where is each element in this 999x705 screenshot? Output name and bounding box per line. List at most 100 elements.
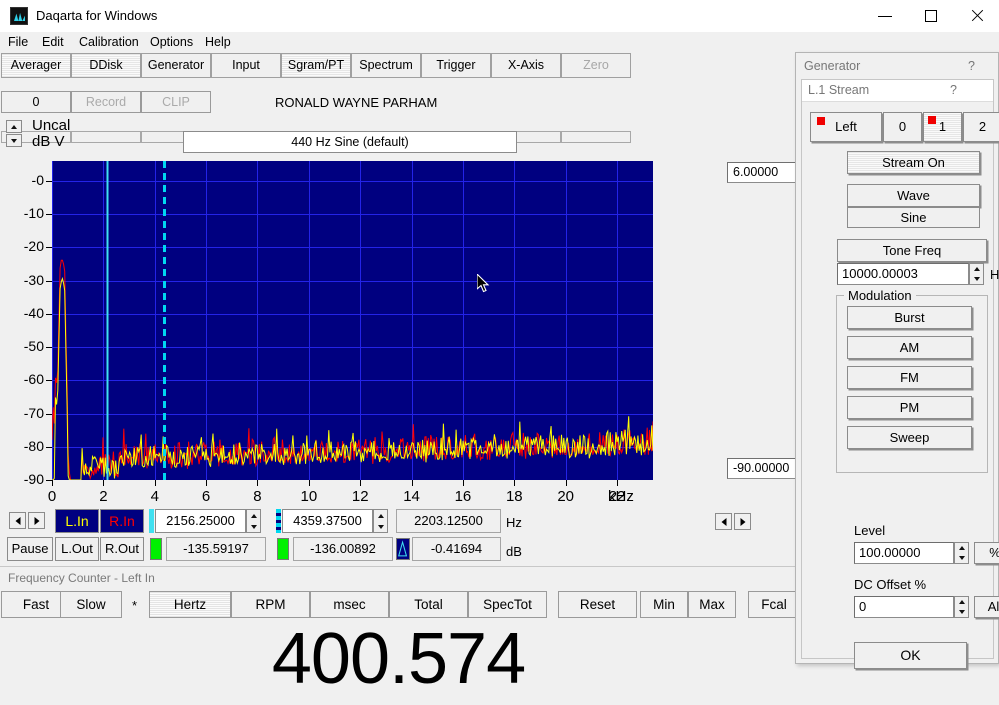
cursor-1-freq-down[interactable]: [247, 521, 260, 532]
cursor-2-freq-up[interactable]: [374, 510, 387, 521]
x-axis-tick-label: 10: [289, 488, 329, 505]
cursor-delta-frequency-field: 2203.12500: [396, 509, 501, 533]
level-stepper[interactable]: [954, 542, 969, 564]
dc-offset-stepper[interactable]: [954, 596, 969, 618]
tab-trigger[interactable]: Trigger: [421, 53, 491, 78]
fc-button-rpm[interactable]: RPM: [231, 591, 310, 618]
plot-scroll-left-button[interactable]: [715, 513, 732, 530]
stream-tab-1[interactable]: 1: [923, 112, 962, 142]
tab-sgram-pt[interactable]: Sgram/PT: [281, 53, 351, 78]
menu-edit[interactable]: Edit: [42, 34, 64, 50]
fc-button-min[interactable]: Min: [640, 591, 688, 618]
plot-bottom-value-field[interactable]: -90.00000: [727, 458, 802, 479]
menu-options[interactable]: Options: [150, 34, 193, 50]
generator-window-title: Generator: [804, 59, 860, 73]
dc-offset-field[interactable]: 0: [854, 596, 954, 618]
fc-button-fcal[interactable]: Fcal: [748, 591, 800, 618]
level-up[interactable]: [955, 543, 968, 553]
modulation-button-sweep[interactable]: Sweep: [847, 426, 972, 449]
menu-calibration[interactable]: Calibration: [79, 34, 139, 50]
wave-button[interactable]: Wave: [847, 184, 980, 207]
level-field[interactable]: 100.00000: [854, 542, 954, 564]
tab-averager[interactable]: Averager: [1, 53, 71, 78]
menu-file[interactable]: File: [8, 34, 28, 50]
frequency-counter-reading: 400.574: [0, 620, 797, 698]
dc-offset-all-button[interactable]: All: [974, 596, 999, 618]
y-axis-tick-mark: [46, 314, 52, 315]
waveform-name-field[interactable]: 440 Hz Sine (default): [183, 131, 517, 153]
tone-freq-field[interactable]: 10000.00003: [837, 263, 969, 285]
tab-spectrum[interactable]: Spectrum: [351, 53, 421, 78]
menu-help[interactable]: Help: [205, 34, 231, 50]
x-axis-tick-label: 0: [32, 488, 72, 505]
menu-bar: File Edit Calibration Options Help: [0, 32, 999, 52]
tone-freq-up[interactable]: [970, 264, 983, 274]
tab-slot-zero: [561, 131, 631, 143]
record-button[interactable]: Record: [71, 91, 141, 113]
tone-freq-down[interactable]: [970, 274, 983, 284]
spectrum-plot[interactable]: [52, 161, 653, 480]
fc-button-reset[interactable]: Reset: [558, 591, 637, 618]
scale-down-button[interactable]: [6, 134, 22, 147]
channel-button-right-out[interactable]: R.Out: [100, 537, 144, 561]
tab-ddisk[interactable]: DDisk: [71, 53, 141, 78]
x-axis-tick-label: 8: [237, 488, 277, 505]
tab-x-axis[interactable]: X-Axis: [491, 53, 561, 78]
cursor-1-color-swatch: [149, 509, 154, 533]
cursor-2-frequency-stepper[interactable]: [373, 509, 388, 533]
plot-scroll-right-button[interactable]: [734, 513, 751, 530]
cursor-2-frequency-field[interactable]: 4359.37500: [282, 509, 373, 533]
fc-button-spectot[interactable]: SpecTot: [468, 591, 547, 618]
scale-up-button[interactable]: [6, 120, 22, 133]
cursor-1-freq-up[interactable]: [247, 510, 260, 521]
generator-channel-button[interactable]: Left: [810, 112, 882, 142]
stream-on-button[interactable]: Stream On: [847, 151, 980, 174]
stream-tab-2[interactable]: 2: [963, 112, 999, 142]
tone-freq-button[interactable]: Tone Freq: [837, 239, 987, 262]
plot-top-value-field[interactable]: 6.00000: [727, 162, 802, 183]
channel-button-left-out[interactable]: L.Out: [55, 537, 99, 561]
stream-tab-0[interactable]: 0: [883, 112, 922, 142]
dc-offset-down[interactable]: [955, 607, 968, 617]
cursor-step-left-button[interactable]: [9, 512, 26, 529]
generator-help-icon[interactable]: ?: [968, 59, 975, 73]
mouse-pointer: [477, 274, 491, 294]
tone-freq-stepper[interactable]: [969, 263, 984, 285]
minimize-icon[interactable]: [862, 0, 908, 32]
cursor-1-level-indicator: [150, 538, 162, 560]
modulation-button-burst[interactable]: Burst: [847, 306, 972, 329]
main-toolbar: Averager DDisk Generator Input Sgram/PT …: [0, 53, 790, 78]
fc-button-max[interactable]: Max: [688, 591, 736, 618]
cursor-1-frequency-stepper[interactable]: [246, 509, 261, 533]
channel-button-left-in[interactable]: L.In: [55, 509, 99, 533]
fc-button-hertz[interactable]: Hertz: [149, 591, 231, 618]
fc-button-total[interactable]: Total: [389, 591, 468, 618]
tab-slot-ddisk: [71, 131, 141, 143]
pause-button[interactable]: Pause: [7, 537, 53, 561]
maximize-icon[interactable]: [908, 0, 954, 32]
fc-button-msec[interactable]: msec: [310, 591, 389, 618]
cursor-1-frequency-field[interactable]: 2156.25000: [155, 509, 246, 533]
channel-button-right-in[interactable]: R.In: [100, 509, 144, 533]
wave-type-button[interactable]: Sine: [847, 207, 980, 228]
modulation-button-am[interactable]: AM: [847, 336, 972, 359]
tab-input[interactable]: Input: [211, 53, 281, 78]
level-percent-button[interactable]: %: [974, 542, 999, 564]
x-axis-tick-mark: [52, 480, 53, 486]
fc-button-slow[interactable]: Slow: [60, 591, 122, 618]
modulation-button-pm[interactable]: PM: [847, 396, 972, 419]
x-axis-tick-label: 20: [546, 488, 586, 505]
ok-button[interactable]: OK: [854, 642, 967, 669]
modulation-button-fm[interactable]: FM: [847, 366, 972, 389]
close-icon[interactable]: [954, 0, 999, 32]
cursor-2-level-indicator: [277, 538, 289, 560]
x-axis-tick-mark: [412, 480, 413, 486]
level-unit-label: dB: [506, 544, 522, 559]
tab-generator[interactable]: Generator: [141, 53, 211, 78]
cursor-step-right-button[interactable]: [28, 512, 45, 529]
level-down[interactable]: [955, 553, 968, 563]
stream-help-icon[interactable]: ?: [950, 83, 957, 97]
cursor-2-freq-down[interactable]: [374, 521, 387, 532]
tab-zero: Zero: [561, 53, 631, 78]
dc-offset-up[interactable]: [955, 597, 968, 607]
